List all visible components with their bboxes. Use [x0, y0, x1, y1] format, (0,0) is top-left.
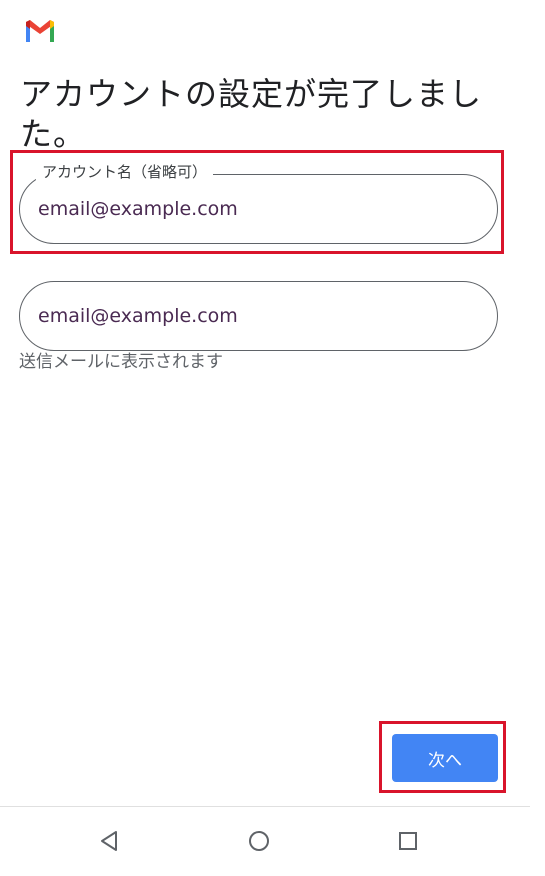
recents-square-icon[interactable]: [388, 821, 428, 861]
sender-name-input[interactable]: [38, 282, 478, 350]
setup-complete-screen: アカウントの設定が完了しました。 アカウント名（省略可） 送信メールに表示されま…: [0, 0, 545, 876]
system-navigation-bar: [0, 807, 545, 876]
page-title: アカウントの設定が完了しました。: [20, 75, 483, 153]
home-circle-icon[interactable]: [239, 821, 279, 861]
account-name-highlight-box: [10, 150, 504, 254]
sender-name-field[interactable]: [19, 281, 498, 351]
gmail-logo-icon: [26, 20, 54, 42]
back-triangle-icon[interactable]: [89, 821, 129, 861]
sender-name-helper-text: 送信メールに表示されます: [19, 352, 223, 372]
next-button-highlight-box: [379, 721, 506, 793]
